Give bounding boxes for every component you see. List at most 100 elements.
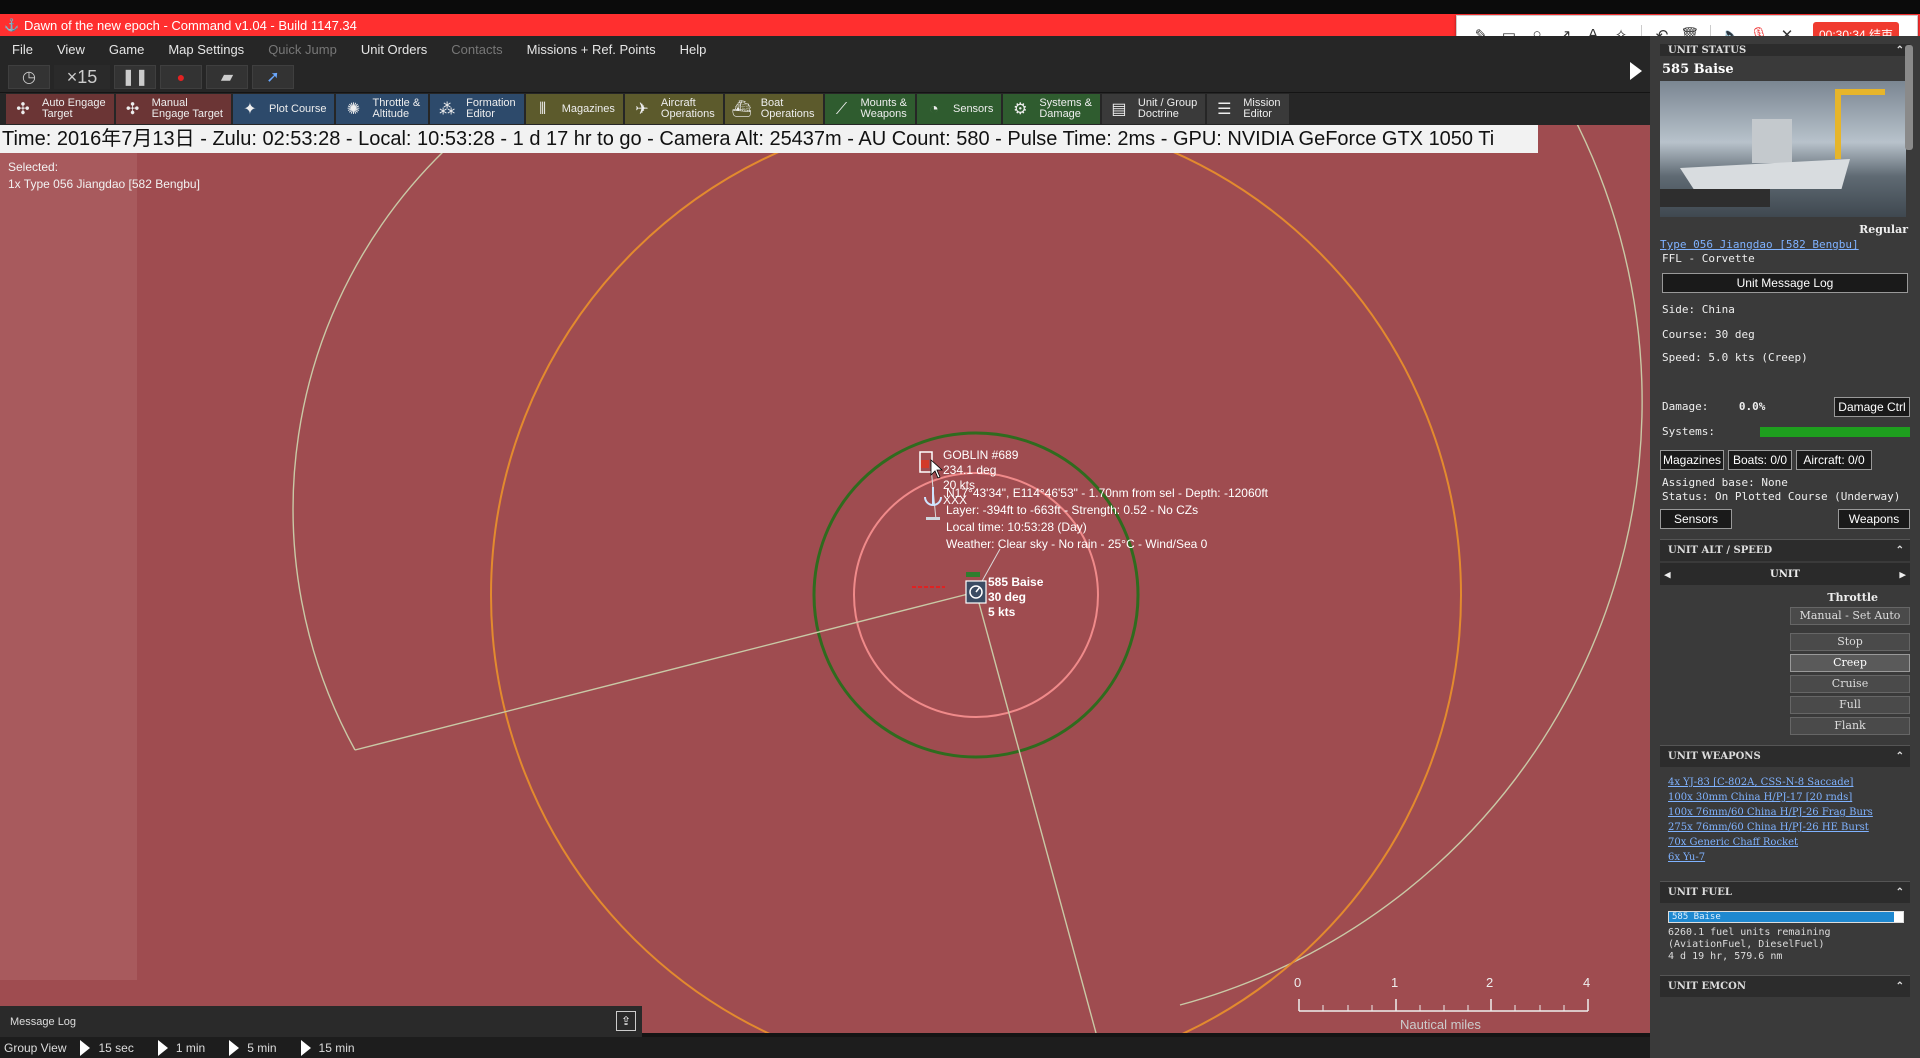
collapse-icon[interactable]: ⌃ [1896,981,1904,992]
doctrine-hat-icon[interactable]: ▰ [206,65,248,89]
map-overlay [292,125,1643,1033]
aircraft-button[interactable]: Aircraft: 0/0 [1796,450,1872,470]
own-unit-tag [966,572,980,577]
fuel-remaining: 6260.1 fuel units remaining [1668,927,1831,938]
aircraft-icon: ✈ [635,100,649,118]
toolbar-manual-engage-target-button[interactable]: ✣ Manual Engage Target [115,94,231,124]
emcon-header[interactable]: UNIT EMCON ⌃ [1660,975,1910,997]
weapon-link[interactable]: 275x 76mm/60 China H/PJ-26 HE Burst [1660,820,1910,835]
alt-speed-header[interactable]: UNIT ALT / SPEED ⌃ [1660,539,1910,561]
fuel-header[interactable]: UNIT FUEL ⌃ [1660,881,1910,903]
menu-unit-orders[interactable]: Unit Orders [349,42,439,57]
throttle-full-button[interactable]: Full [1790,696,1910,714]
expand-icon[interactable]: ⇪ [616,1011,636,1031]
photo-crane [1835,89,1885,159]
menu-quick-jump[interactable]: Quick Jump [256,42,349,57]
menu-file[interactable]: File [0,42,45,57]
unit-status: Status: On Plotted Course (Underway) [1662,490,1901,503]
menu-help[interactable]: Help [668,42,719,57]
section-title: UNIT FUEL [1668,887,1732,898]
toolbar-sensors-button[interactable]: ◔ Sensors [916,94,1002,124]
toolbar-boat-operations-button[interactable]: ⛴ Boat Operations [724,94,823,124]
sector-line-bottom [975,591,1097,1033]
next-icon[interactable]: ▶ [1895,568,1910,581]
record-icon[interactable]: ● [160,65,202,89]
time-step-button[interactable]: 1 min [157,1039,205,1056]
menu-view[interactable]: View [45,42,97,57]
weapon-link[interactable]: 100x 76mm/60 China H/PJ-26 Frag Burs [1660,805,1910,820]
section-title: UNIT EMCON [1668,981,1746,992]
collapse-icon[interactable]: ⌃ [1896,545,1904,556]
tactical-map[interactable]: Time: 2016年7月13日 - Zulu: 02:53:28 - Loca… [0,125,1650,1033]
panel-scrollbar[interactable] [1905,45,1913,150]
toolbar-label: Auto Engage Target [42,98,106,120]
menu-bar: File View Game Map Settings Quick Jump Unit O… [0,36,1650,62]
unit-photo [1660,81,1906,217]
time-step-button[interactable]: 15 sec [80,1039,134,1056]
toolbar-aircraft-operations-button[interactable]: ✈ Aircraft Operations [624,94,723,124]
weapons-button[interactable]: Weapons [1838,509,1910,529]
menu-game[interactable]: Game [97,42,156,57]
jump-arrow-icon[interactable]: ➚ [252,65,294,89]
boats-button[interactable]: Boats: 0/0 [1728,450,1792,470]
unit-class-link[interactable]: Type 056 Jiangdao [582 Bengbu] [1660,238,1910,251]
contact-course-label: 234.1 deg [943,463,997,477]
time-step-button[interactable]: 5 min [229,1039,277,1056]
play-icon [300,1039,311,1056]
weapon-link[interactable]: 6x Yu-7 [1660,850,1910,865]
collapse-icon[interactable]: ⌃ [1896,45,1904,56]
unit-name-label[interactable]: 585 Baise [988,575,1043,590]
magazines-button[interactable]: Magazines [1660,450,1724,470]
throttle-creep-button[interactable]: Creep [1790,654,1910,672]
photo-hull [1680,159,1850,189]
collapse-panel-icon[interactable] [1630,62,1642,80]
manual-set-auto-button[interactable]: Manual - Set Auto [1790,607,1910,625]
message-log-bar[interactable]: Message Log ⇪ [0,1006,642,1037]
time-controls: ◷ ×15 ❚❚ ● ▰ ➚ [0,62,1650,92]
toolbar-plot-course-button[interactable]: ✦ Plot Course [232,94,335,124]
boat-icon: ⛴ [731,100,752,118]
prev-icon[interactable]: ◀ [1660,568,1675,581]
menu-missions-ref-points[interactable]: Missions + Ref. Points [515,42,668,57]
contact-name-label[interactable]: GOBLIN #689 [943,448,1018,463]
damage-control-button[interactable]: Damage Ctrl [1833,396,1910,417]
toolbar-formation-editor-button[interactable]: ⁂ Formation Editor [430,94,524,124]
toolbar-label: Plot Course [269,103,326,115]
toolbar-magazines-button[interactable]: ⦀ Magazines [525,94,623,124]
unit-message-log-button[interactable]: Unit Message Log [1662,273,1908,293]
throttle-cruise-button[interactable]: Cruise [1790,675,1910,693]
hover-position: N17°43'34", E114°46'53" - 1.70nm from se… [946,486,1268,500]
weapons-header[interactable]: UNIT WEAPONS ⌃ [1660,745,1910,767]
toolbar-mounts-weapons-button[interactable]: ⟋ Mounts & Weapons [824,94,915,124]
time-step-label: 15 sec [98,1040,134,1055]
toolbar-throttle-altitude-button[interactable]: ✺ Throttle & Altitude [336,94,429,124]
toolbar-systems-damage-button[interactable]: ⚙ Systems & Damage [1003,94,1100,124]
toolbar-auto-engage-target-button[interactable]: ✣ Auto Engage Target [6,94,114,124]
throttle-stop-button[interactable]: Stop [1790,633,1910,651]
damage-value: 0.0% [1738,400,1766,413]
menu-map-settings[interactable]: Map Settings [156,42,256,57]
time-step-button[interactable]: 15 min [300,1039,355,1056]
systems-row: Systems: [1660,421,1910,442]
collapse-icon[interactable]: ⌃ [1896,887,1904,898]
target-icon: ✣ [16,100,30,118]
toolbar-mission-editor-button[interactable]: ☰ Mission Editor [1207,94,1289,124]
unit-status-header[interactable]: UNIT STATUS ⌃ [1660,44,1910,56]
sensors-button[interactable]: Sensors [1660,509,1732,529]
collapse-icon[interactable]: ⌃ [1896,751,1904,762]
menu-contacts[interactable]: Contacts [439,42,514,57]
toolbar-unit-group-doctrine-button[interactable]: ▤ Unit / Group Doctrine [1101,94,1206,124]
unit-tab[interactable]: UNIT [1770,569,1800,580]
throttle-flank-button[interactable]: Flank [1790,717,1910,735]
compression-readout[interactable]: ×15 [54,65,110,89]
weapon-link[interactable]: 100x 30mm China H/PJ-17 [20 rnds] [1660,790,1910,805]
weapon-link[interactable]: 4x YJ-83 [C-802A, CSS-N-8 Saccade] [1660,775,1910,790]
unit-course: Course: 30 deg [1662,328,1755,341]
weapon-link[interactable]: 70x Generic Chaff Rocket [1660,835,1910,850]
clock-icon[interactable]: ◷ [8,65,50,89]
time-step-label: 5 min [247,1040,277,1055]
section-title: UNIT ALT / SPEED [1668,545,1773,556]
group-view-label[interactable]: Group View [4,1041,66,1055]
toolbar-label: Boat Operations [761,98,815,120]
pause-icon[interactable]: ❚❚ [114,65,156,89]
